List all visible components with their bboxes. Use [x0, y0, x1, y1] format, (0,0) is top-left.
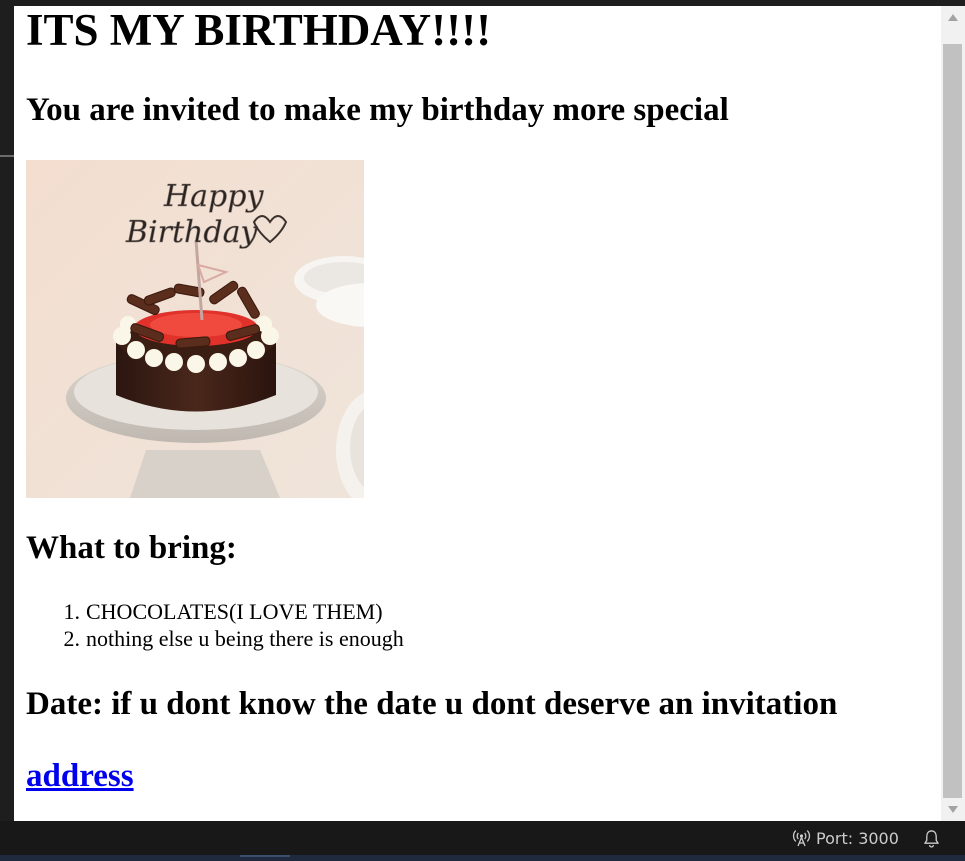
- list-item-text: CHOCOLATES(I LOVE THEM): [86, 599, 383, 624]
- scroll-thumb[interactable]: [943, 44, 962, 798]
- bell-icon[interactable]: [920, 827, 942, 849]
- bring-list: 1. CHOCOLATES(I LOVE THEM) 2. nothing el…: [26, 598, 626, 652]
- what-to-bring-heading: What to bring:: [26, 530, 237, 566]
- list-item: 1. CHOCOLATES(I LOVE THEM): [26, 598, 626, 625]
- list-item-number: 1.: [63, 599, 81, 624]
- gutter-marker: [0, 155, 14, 157]
- list-item-text: nothing else u being there is enough: [86, 626, 404, 651]
- left-gutter: [0, 6, 14, 821]
- list-item: 2. nothing else u being there is enough: [26, 625, 626, 652]
- vertical-scrollbar[interactable]: [941, 6, 965, 821]
- birthday-cake-image: Happy Birthday: [26, 160, 364, 498]
- invitation-subheading: You are invited to make my birthday more…: [26, 92, 729, 128]
- svg-text:Birthday: Birthday: [125, 215, 258, 250]
- address-link[interactable]: address: [26, 758, 134, 794]
- svg-text:Happy: Happy: [163, 179, 264, 214]
- date-heading: Date: if u dont know the date u dont des…: [26, 686, 838, 722]
- port-label: Port: 3000: [816, 828, 899, 848]
- status-bar: Port: 3000: [0, 821, 965, 855]
- broadcast-icon: [792, 830, 811, 847]
- page-title: ITS MY BIRTHDAY!!!!: [26, 6, 492, 55]
- list-item-number: 2.: [63, 626, 81, 651]
- browser-viewport: ITS MY BIRTHDAY!!!! You are invited to m…: [14, 6, 941, 821]
- port-status-item[interactable]: Port: 3000: [792, 826, 899, 850]
- scroll-up-arrow-icon[interactable]: [941, 6, 965, 28]
- taskbar-highlight: [240, 855, 290, 857]
- taskbar-strip: [0, 855, 965, 861]
- scroll-down-arrow-icon[interactable]: [941, 799, 965, 821]
